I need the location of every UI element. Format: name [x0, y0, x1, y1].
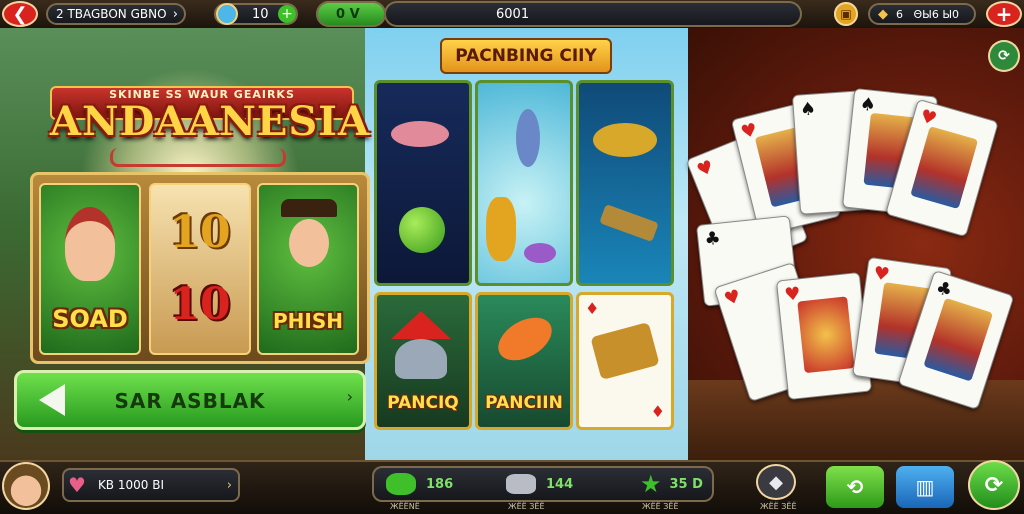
reel-left-label: SOAD — [52, 305, 128, 333]
golden-fish-icon — [593, 123, 657, 157]
shell-icon — [524, 243, 556, 263]
squid-icon — [395, 339, 447, 379]
gems-pill[interactable]: ◆ 6 ΘЫ6 Ы0 — [868, 3, 976, 25]
card-suit: ♥ — [693, 156, 717, 182]
diamond-button[interactable]: ◆ — [756, 464, 796, 500]
orange-fish-icon — [490, 308, 560, 370]
refresh-button[interactable]: ⟲ — [826, 466, 884, 508]
stat-star: ★ 35 D — [640, 470, 703, 498]
balance-value: 6001 — [496, 6, 530, 22]
stat-fish-value: 186 — [426, 476, 454, 492]
coins-value: 10 — [252, 6, 269, 22]
balance-bar: 6001 — [384, 1, 802, 27]
seahorse-icon — [486, 197, 516, 261]
shop-icon[interactable]: ▣ — [834, 2, 858, 26]
gem-icon: ◆ — [878, 6, 888, 22]
card-face-art — [923, 297, 994, 382]
scroll-icon — [590, 321, 660, 381]
reel-left[interactable]: SOAD — [39, 183, 141, 355]
tile-fish-orange[interactable]: PANCIIN — [475, 292, 573, 430]
add-coins-icon[interactable]: + — [278, 5, 296, 23]
card-suit-icon-bottom: ♦ — [650, 402, 665, 421]
card-suit-icon: ♦ — [585, 299, 600, 318]
tile-golden-fish[interactable] — [576, 80, 674, 286]
reel-right[interactable]: PHISH — [257, 183, 359, 355]
character-face-icon — [289, 219, 329, 267]
card-suit: ♣ — [703, 227, 722, 251]
spin-button[interactable]: SAR ASBLAK › — [14, 370, 366, 430]
player-label-pill[interactable]: 2 TBAGBON GBNO › — [46, 3, 186, 25]
stat-fish: 186 — [386, 470, 453, 498]
stat-fish-caption: ЖЁЁNЁ — [390, 502, 420, 511]
chevron-right-icon: › — [172, 6, 178, 22]
hat-icon — [391, 311, 451, 339]
chevron-right-icon: › — [346, 387, 353, 406]
level-badge[interactable]: 0 V — [316, 1, 386, 27]
gems-label: 6 ΘЫ6 Ы0 — [896, 7, 960, 21]
card-face-art — [910, 126, 979, 210]
fish-stat-icon — [386, 473, 416, 495]
coin-icon — [216, 3, 238, 25]
spin-label: SAR ASBLAK — [114, 389, 266, 413]
coins-pill[interactable]: 10 + — [214, 3, 298, 25]
menu-button[interactable]: ▥ — [896, 466, 954, 508]
tile-fish-label: PANCIIN — [485, 393, 563, 413]
tile-card-item[interactable]: ♦ ♦ — [576, 292, 674, 430]
tile-squid[interactable]: PANCIQ — [374, 292, 472, 430]
help-icon[interactable]: ⟳ — [988, 40, 1020, 72]
play-button[interactable]: ⟳ — [968, 460, 1020, 510]
card-suit: ♣ — [933, 276, 956, 302]
diamond-caption: ЖЁЁ ЗЁЁ — [760, 502, 797, 511]
game-title: ANDAANESIA — [50, 98, 371, 145]
add-button[interactable]: + — [986, 1, 1022, 27]
stat-rock: 144 — [506, 470, 573, 498]
fish-jump-icon — [516, 109, 540, 167]
fruit-icon — [399, 207, 445, 253]
heart-character-icon: ♥ — [68, 473, 86, 497]
hat-character-icon — [281, 199, 337, 217]
avatar[interactable] — [2, 462, 50, 510]
reel-right-label: PHISH — [273, 309, 343, 333]
slot-reel-frame: SOAD 10 10 PHISH — [30, 172, 370, 364]
star-icon: ★ — [640, 470, 662, 498]
reel-center[interactable]: 10 10 — [149, 183, 251, 355]
middle-game-title: PACNBING CIIY — [440, 38, 612, 74]
stat-star-caption: ЖЁЁ ЗЁЁ — [642, 502, 679, 511]
card-suit: ♠ — [799, 98, 817, 121]
player-name-pill[interactable]: ♥ KB 1000 BI › — [62, 468, 240, 502]
chevron-right-icon: › — [226, 477, 232, 493]
player-name: KB 1000 BI — [97, 478, 164, 492]
fish-icon — [391, 121, 449, 147]
title-ribbon — [110, 148, 286, 167]
character-icon — [65, 207, 115, 281]
player-label: 2 TBAGBON GBNO — [56, 7, 167, 21]
stat-star-value: 35 D — [669, 476, 703, 492]
gold-item-icon — [599, 204, 659, 242]
reel-number-top: 10 — [169, 207, 231, 258]
tile-squid-label: PANCIQ — [387, 393, 459, 413]
stat-rock-value: 144 — [546, 476, 574, 492]
card-face-art — [797, 296, 855, 374]
back-button[interactable]: ❮ — [2, 1, 38, 27]
card-suit: ♥ — [721, 285, 744, 311]
stat-rock-caption: ЖЁЁ ЗЁЁ — [508, 502, 545, 511]
rock-stat-icon — [506, 474, 536, 494]
tile-fish-dark[interactable] — [374, 80, 472, 286]
card-suit: ♥ — [917, 105, 940, 131]
tile-ocean[interactable] — [475, 80, 573, 286]
level-badge-label: 0 V — [336, 6, 360, 22]
reel-number-bottom: 10 — [169, 279, 231, 330]
